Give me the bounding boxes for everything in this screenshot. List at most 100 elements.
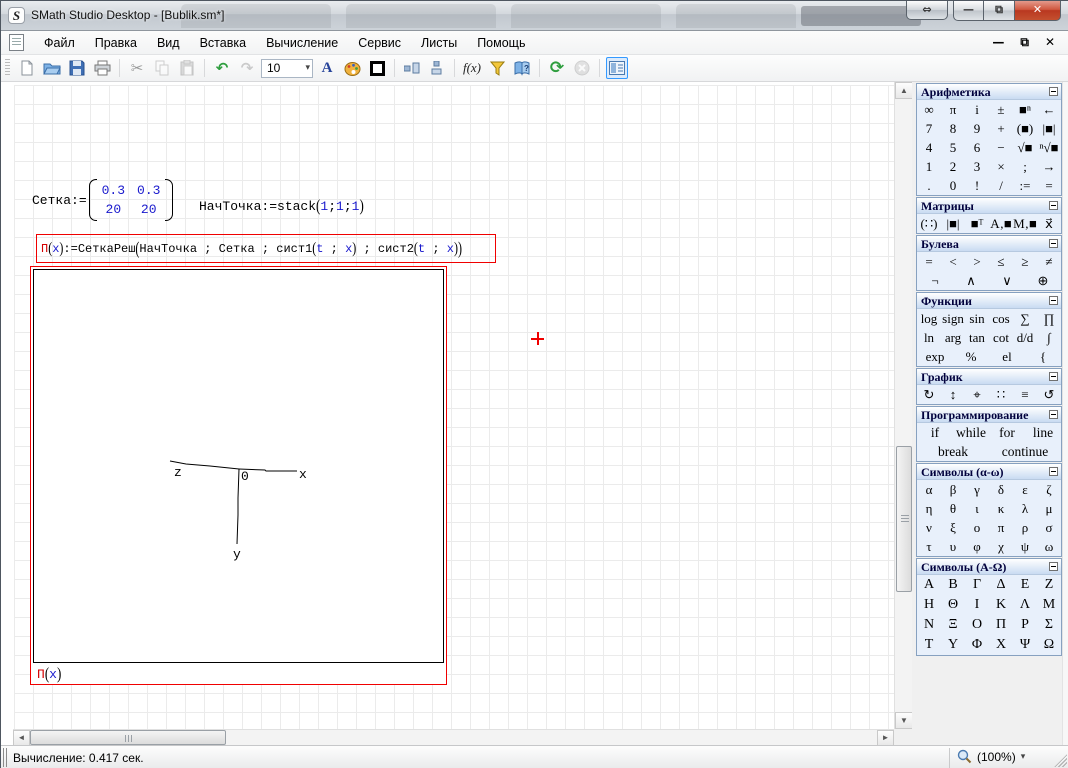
palette-button[interactable]: (■) bbox=[1013, 120, 1037, 138]
palette-button[interactable]: π bbox=[941, 101, 965, 119]
palette-button[interactable]: ∧ bbox=[953, 272, 989, 290]
palette-button[interactable]: κ bbox=[989, 500, 1013, 518]
open-file-button[interactable] bbox=[41, 57, 63, 79]
palette-button[interactable]: π bbox=[989, 519, 1013, 537]
palette-button[interactable]: ξ bbox=[941, 519, 965, 537]
menu-edit[interactable]: Правка bbox=[85, 33, 147, 53]
palette-button[interactable]: ■ᵀ bbox=[965, 215, 989, 233]
palette-button[interactable]: > bbox=[965, 253, 989, 271]
collapse-icon[interactable] bbox=[1049, 239, 1058, 248]
palette-button[interactable]: d/d bbox=[1013, 329, 1037, 347]
function-insert-button[interactable]: f(x) bbox=[461, 57, 483, 79]
mdi-minimize-button[interactable]: — bbox=[992, 34, 1004, 50]
panel-header[interactable]: Функции bbox=[917, 293, 1061, 309]
palette-button[interactable]: ⁿ√■ bbox=[1037, 139, 1061, 157]
menu-service[interactable]: Сервис bbox=[348, 33, 411, 53]
plot-box[interactable]: z x 0 y bbox=[33, 269, 444, 663]
palette-button[interactable]: ¬ bbox=[917, 272, 953, 290]
palette-button[interactable]: while bbox=[953, 424, 989, 442]
panel-header[interactable]: Матрицы bbox=[917, 198, 1061, 214]
palette-button[interactable]: Φ bbox=[965, 636, 989, 654]
palette-button[interactable]: 6 bbox=[965, 139, 989, 157]
palette-button[interactable]: x⃗ bbox=[1037, 215, 1061, 233]
palette-button[interactable]: Ο bbox=[965, 616, 989, 634]
mdi-close-button[interactable]: ✕ bbox=[1045, 34, 1055, 50]
palette-button[interactable]: ⊕ bbox=[1025, 272, 1061, 290]
panel-header[interactable]: Символы (α-ω) bbox=[917, 464, 1061, 480]
menu-calculation[interactable]: Вычисление bbox=[256, 33, 348, 53]
palette-button[interactable]: < bbox=[941, 253, 965, 271]
palette-button[interactable]: Υ bbox=[941, 636, 965, 654]
palette-button[interactable]: ∏ bbox=[1037, 310, 1061, 328]
palette-button[interactable]: ο bbox=[965, 519, 989, 537]
palette-button[interactable]: + bbox=[989, 120, 1013, 138]
palette-button[interactable]: ! bbox=[965, 177, 989, 195]
palette-button[interactable]: line bbox=[1025, 424, 1061, 442]
palette-button[interactable]: for bbox=[989, 424, 1025, 442]
undo-button[interactable]: ↶ bbox=[211, 57, 233, 79]
matrix-cell[interactable]: 20 bbox=[102, 200, 125, 219]
palette-button[interactable]: Α bbox=[917, 576, 941, 594]
collapse-icon[interactable] bbox=[1049, 562, 1058, 571]
plot-region[interactable]: z x 0 y П(x) bbox=[30, 266, 447, 685]
palette-button[interactable]: ≠ bbox=[1037, 253, 1061, 271]
palette-button[interactable]: 9 bbox=[965, 120, 989, 138]
palette-button[interactable] bbox=[341, 57, 363, 79]
menu-insert[interactable]: Вставка bbox=[190, 33, 256, 53]
palette-button[interactable]: sin bbox=[965, 310, 989, 328]
chevron-down-icon[interactable]: ▾ bbox=[305, 62, 310, 73]
palette-button[interactable]: η bbox=[917, 500, 941, 518]
palette-button[interactable]: / bbox=[989, 177, 1013, 195]
maximize-button[interactable]: ⧉ bbox=[984, 1, 1015, 21]
palette-button[interactable]: Π bbox=[989, 616, 1013, 634]
horizontal-scrollbar[interactable]: ◄ ► bbox=[13, 729, 894, 745]
resize-grip[interactable] bbox=[1054, 754, 1067, 767]
palette-button[interactable]: ← bbox=[1037, 101, 1061, 119]
palette-button[interactable]: φ bbox=[965, 538, 989, 556]
palette-button[interactable]: = bbox=[1037, 177, 1061, 195]
palette-button[interactable]: . bbox=[917, 177, 941, 195]
palette-button[interactable]: ∨ bbox=[989, 272, 1025, 290]
minimize-button[interactable]: — bbox=[953, 1, 984, 21]
copy-button[interactable] bbox=[151, 57, 173, 79]
palette-button[interactable]: |■| bbox=[1037, 120, 1061, 138]
palette-button[interactable]: ; bbox=[1013, 158, 1037, 176]
palette-button[interactable]: A‚■ bbox=[989, 215, 1013, 233]
palette-button[interactable]: 4 bbox=[917, 139, 941, 157]
collapse-icon[interactable] bbox=[1049, 467, 1058, 476]
zoom-level-value[interactable]: (100%) bbox=[977, 750, 1016, 764]
palette-button[interactable]: ↻ bbox=[917, 386, 941, 404]
palette-button[interactable]: continue bbox=[989, 443, 1061, 461]
palette-button[interactable]: ρ bbox=[1013, 519, 1037, 537]
vertical-scrollbar[interactable]: ▲ ▼ bbox=[894, 82, 912, 729]
palette-button[interactable]: √■ bbox=[1013, 139, 1037, 157]
palette-button[interactable]: Χ bbox=[989, 636, 1013, 654]
palette-button[interactable]: ∫ bbox=[1037, 329, 1061, 347]
palette-button[interactable]: 0 bbox=[941, 177, 965, 195]
palette-button[interactable]: arg bbox=[941, 329, 965, 347]
palette-button[interactable]: sign bbox=[941, 310, 965, 328]
border-button[interactable] bbox=[366, 57, 388, 79]
recalculate-button[interactable]: ⟳ bbox=[546, 57, 568, 79]
expression-stack-definition[interactable]: НачТочка:=stack(1 ; 1 ; 1) bbox=[199, 194, 364, 218]
palette-button[interactable]: i bbox=[965, 101, 989, 119]
font-color-button[interactable]: A bbox=[316, 57, 338, 79]
zoom-dropdown-icon[interactable]: ▾ bbox=[1021, 751, 1026, 762]
palette-button[interactable]: ∞ bbox=[917, 101, 941, 119]
redo-button[interactable]: ↷ bbox=[236, 57, 258, 79]
menu-help[interactable]: Помощь bbox=[467, 33, 535, 53]
palette-button[interactable]: = bbox=[917, 253, 941, 271]
palette-button[interactable]: 5 bbox=[941, 139, 965, 157]
palette-button[interactable]: ↕ bbox=[941, 386, 965, 404]
palette-button[interactable]: if bbox=[917, 424, 953, 442]
cut-button[interactable]: ✂ bbox=[126, 57, 148, 79]
palette-button[interactable]: |■| bbox=[941, 215, 965, 233]
palette-button[interactable]: ≡ bbox=[1013, 386, 1037, 404]
palette-button[interactable]: ± bbox=[989, 101, 1013, 119]
palette-button[interactable]: log bbox=[917, 310, 941, 328]
palette-button[interactable]: break bbox=[917, 443, 989, 461]
palette-button[interactable]: ∷ bbox=[989, 386, 1013, 404]
palette-button[interactable]: := bbox=[1013, 177, 1037, 195]
vertical-scroll-thumb[interactable] bbox=[896, 446, 912, 592]
document-icon[interactable] bbox=[9, 34, 24, 51]
